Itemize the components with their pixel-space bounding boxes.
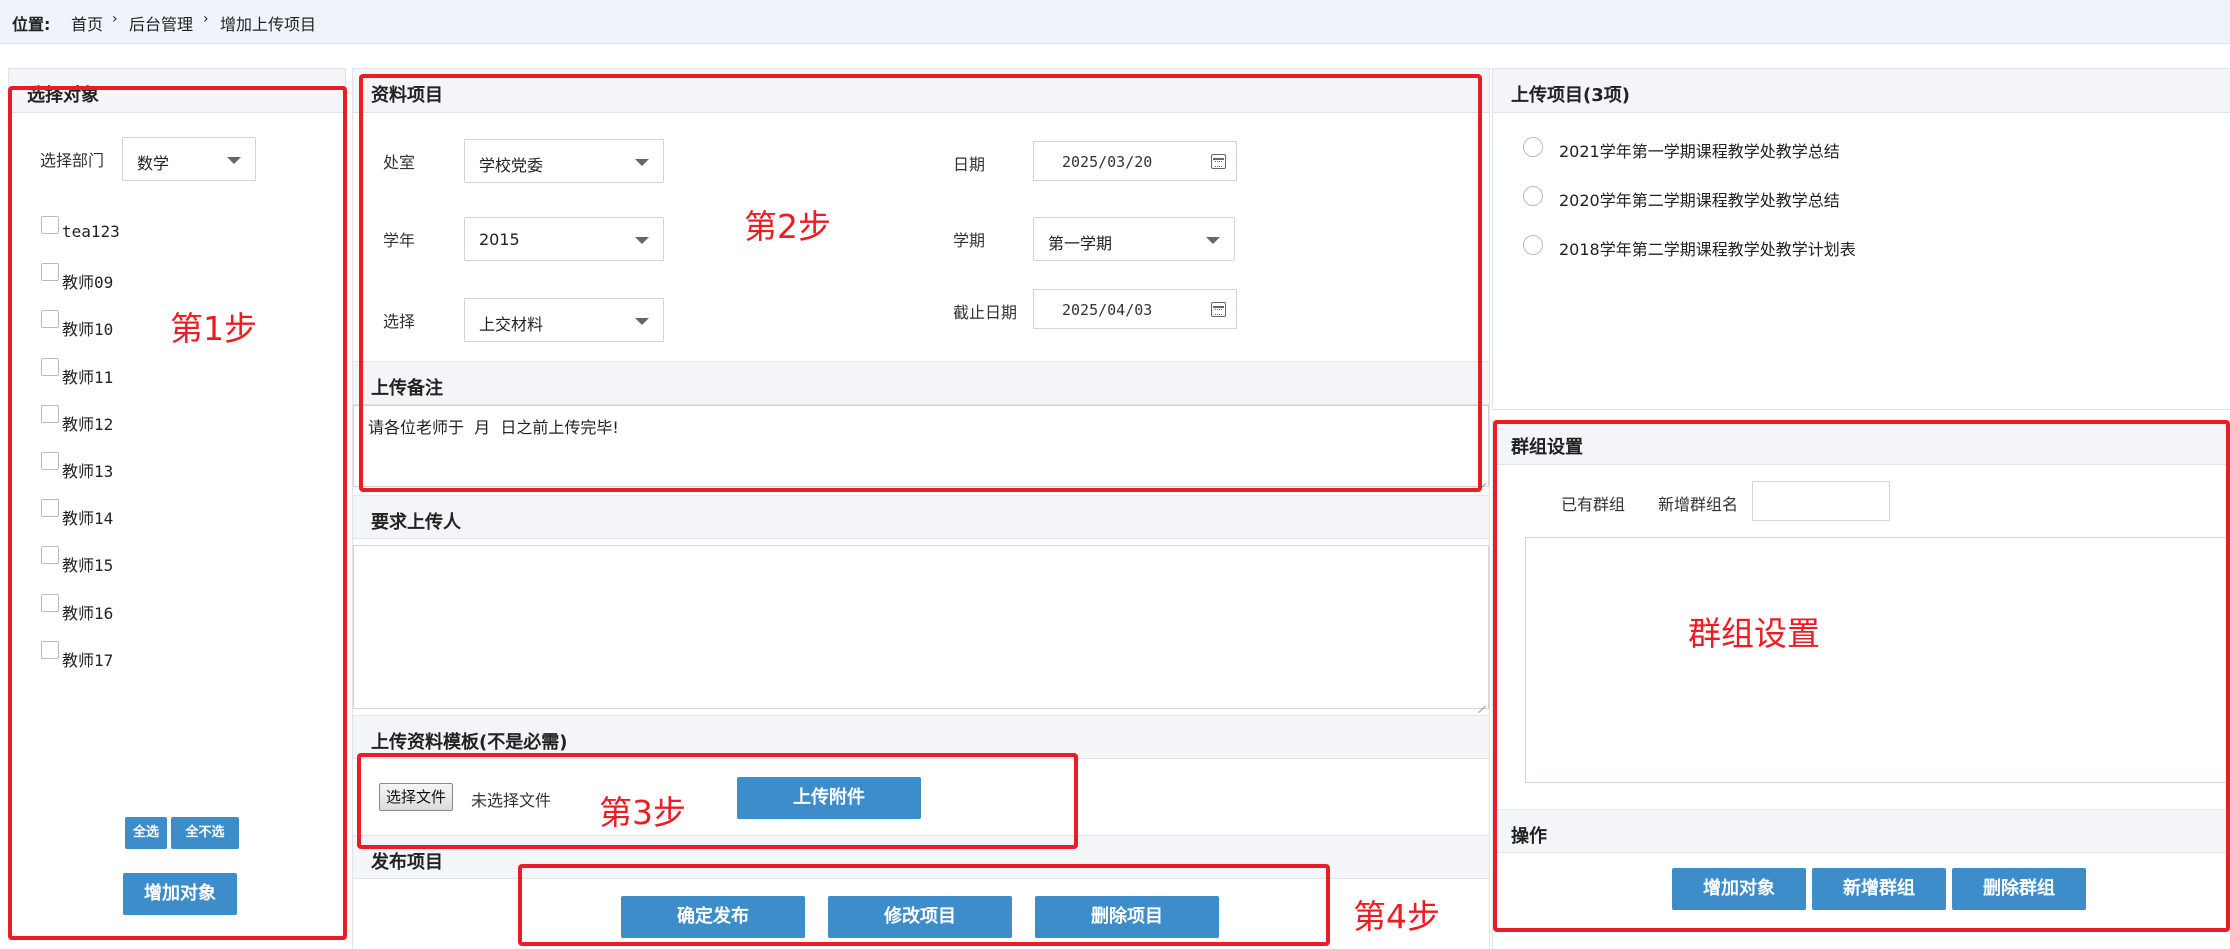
uploaders-header: 要求上传人 bbox=[353, 495, 1489, 539]
breadcrumb-current: 增加上传项目 bbox=[220, 15, 317, 34]
uploaded-projects-header: 上传项目(3项) bbox=[1493, 69, 2230, 113]
uploaders-textarea[interactable] bbox=[353, 545, 1489, 709]
step4-annotation: 第4步 bbox=[1353, 897, 1440, 936]
uploaded-project-label: 2018学年第二学期课程教学处教学计划表 bbox=[1559, 240, 1856, 259]
breadcrumb-admin-link[interactable]: 后台管理 bbox=[129, 11, 193, 35]
uploaded-project-label: 2021学年第一学期课程教学处教学总结 bbox=[1559, 142, 1840, 161]
step3-highlight-box bbox=[357, 753, 1078, 849]
step1-annotation: 第1步 bbox=[170, 309, 257, 348]
group-annotation: 群组设置 bbox=[1688, 614, 1820, 653]
uploaded-projects-panel: 上传项目(3项) 2021学年第一学期课程教学处教学总结 2020学年第二学期课程… bbox=[1492, 68, 2230, 410]
uploaded-projects-title: 上传项目(3项) bbox=[1511, 85, 1630, 106]
step1-highlight-box bbox=[8, 86, 347, 940]
breadcrumb-separator: › bbox=[112, 11, 118, 27]
uploaders-title: 要求上传人 bbox=[371, 512, 461, 533]
breadcrumb-separator: › bbox=[203, 11, 209, 27]
resize-grip-icon[interactable] bbox=[1476, 696, 1486, 706]
uploaded-project-radio[interactable] bbox=[1523, 186, 1543, 206]
step2-highlight-box bbox=[359, 74, 1482, 492]
step2-annotation: 第2步 bbox=[744, 207, 831, 246]
breadcrumb-home-link[interactable]: 首页 bbox=[71, 11, 103, 35]
breadcrumb-label: 位置: bbox=[12, 15, 51, 34]
uploaded-project-radio[interactable] bbox=[1523, 137, 1543, 157]
uploaded-project-label: 2020学年第二学期课程教学处教学总结 bbox=[1559, 191, 1840, 210]
group-highlight-box bbox=[1493, 420, 2230, 932]
publish-title: 发布项目 bbox=[371, 852, 443, 873]
step4-highlight-box bbox=[518, 864, 1330, 946]
template-title: 上传资料模板(不是必需) bbox=[371, 732, 568, 753]
breadcrumb: 位置: 首页 › 后台管理 › 增加上传项目 bbox=[0, 0, 2230, 44]
uploaded-project-radio[interactable] bbox=[1523, 235, 1543, 255]
step3-annotation: 第3步 bbox=[599, 793, 686, 832]
